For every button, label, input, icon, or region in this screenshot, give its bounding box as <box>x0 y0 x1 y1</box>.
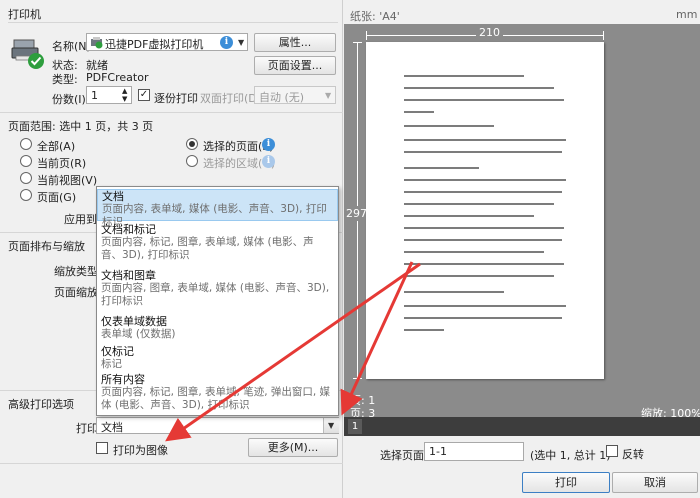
arrow-to-print-select <box>340 261 414 416</box>
annotation-arrows <box>165 261 421 442</box>
arrow-to-print-as-image <box>165 262 421 442</box>
